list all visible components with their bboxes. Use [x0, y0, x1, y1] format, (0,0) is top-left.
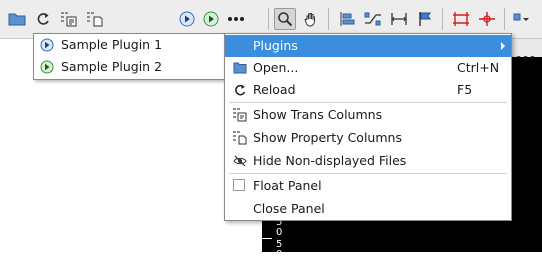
toolbar-separator: [268, 8, 269, 30]
menu-item-open[interactable]: Open... Ctrl+N: [225, 57, 511, 79]
plugin-play-blue-icon[interactable]: [176, 8, 198, 30]
menu-item-show-property-columns[interactable]: Show Property Columns: [225, 127, 511, 149]
eye-hidden-icon: [233, 154, 247, 168]
menu-item-float-panel[interactable]: Float Panel: [225, 175, 511, 197]
menu-item-label: Show Property Columns: [253, 130, 402, 145]
align-left-icon[interactable]: [336, 8, 358, 30]
more-icon[interactable]: [225, 8, 247, 30]
trans-columns-icon[interactable]: [58, 8, 80, 30]
menu-item-label: Reload: [253, 82, 296, 97]
zoom-icon[interactable]: [274, 8, 296, 30]
menu-separator: [229, 173, 507, 174]
trans-columns-icon: [233, 108, 247, 122]
menu-separator: [229, 102, 507, 103]
ruler-tick: [262, 238, 272, 239]
property-columns-icon: [233, 131, 247, 145]
align-width-icon[interactable]: [388, 8, 410, 30]
reload-icon: [233, 83, 247, 97]
crosshair-icon[interactable]: [476, 8, 498, 30]
submenu-item-sample-plugin-2[interactable]: Sample Plugin 2: [34, 56, 224, 78]
menu-item-close-panel[interactable]: Close Panel: [225, 198, 511, 220]
play-blue-icon: [40, 38, 54, 52]
reload-icon[interactable]: [32, 8, 54, 30]
menu-item-label: Float Panel: [253, 178, 322, 193]
menu-item-shortcut: Ctrl+N: [457, 60, 500, 75]
toolbar-separator: [504, 8, 505, 30]
toolbar-separator: [328, 8, 329, 30]
menu-item-label: Close Panel: [253, 201, 325, 216]
dropdown-icon[interactable]: [512, 8, 534, 30]
menu-item-hide-non-displayed-files[interactable]: Hide Non-displayed Files: [225, 150, 511, 172]
submenu-item-label: Sample Plugin 2: [61, 59, 163, 74]
menu-item-label: Plugins: [253, 38, 298, 53]
align-spread-icon[interactable]: [362, 8, 384, 30]
play-green-icon: [40, 60, 54, 74]
menu-item-reload[interactable]: Reload F5: [225, 79, 511, 101]
plugins-submenu: Sample Plugin 1 Sample Plugin 2: [33, 33, 225, 80]
menu-item-label: Hide Non-displayed Files: [253, 153, 407, 168]
menu-item-show-trans-columns[interactable]: Show Trans Columns: [225, 104, 511, 126]
context-menu: Plugins Open... Ctrl+N Reload F5 Show Tr…: [224, 33, 512, 221]
submenu-item-label: Sample Plugin 1: [61, 37, 163, 52]
flag-icon[interactable]: [414, 8, 436, 30]
folder-icon: [233, 61, 247, 75]
ruler-label: 0: [276, 227, 283, 238]
menu-item-label: Open...: [253, 60, 299, 75]
float-panel-checkbox[interactable]: [233, 179, 245, 191]
frame-icon[interactable]: [450, 8, 472, 30]
menu-item-shortcut: F5: [457, 82, 473, 97]
property-columns-icon[interactable]: [84, 8, 106, 30]
folder-icon[interactable]: [6, 8, 28, 30]
menu-item-label: Show Trans Columns: [253, 107, 383, 122]
menu-item-plugins[interactable]: Plugins: [225, 35, 511, 57]
hand-icon[interactable]: [300, 8, 322, 30]
submenu-arrow-icon: [501, 42, 505, 50]
toolbar-separator: [442, 8, 443, 30]
submenu-item-sample-plugin-1[interactable]: Sample Plugin 1: [34, 34, 224, 56]
plugin-play-green-icon[interactable]: [200, 8, 222, 30]
